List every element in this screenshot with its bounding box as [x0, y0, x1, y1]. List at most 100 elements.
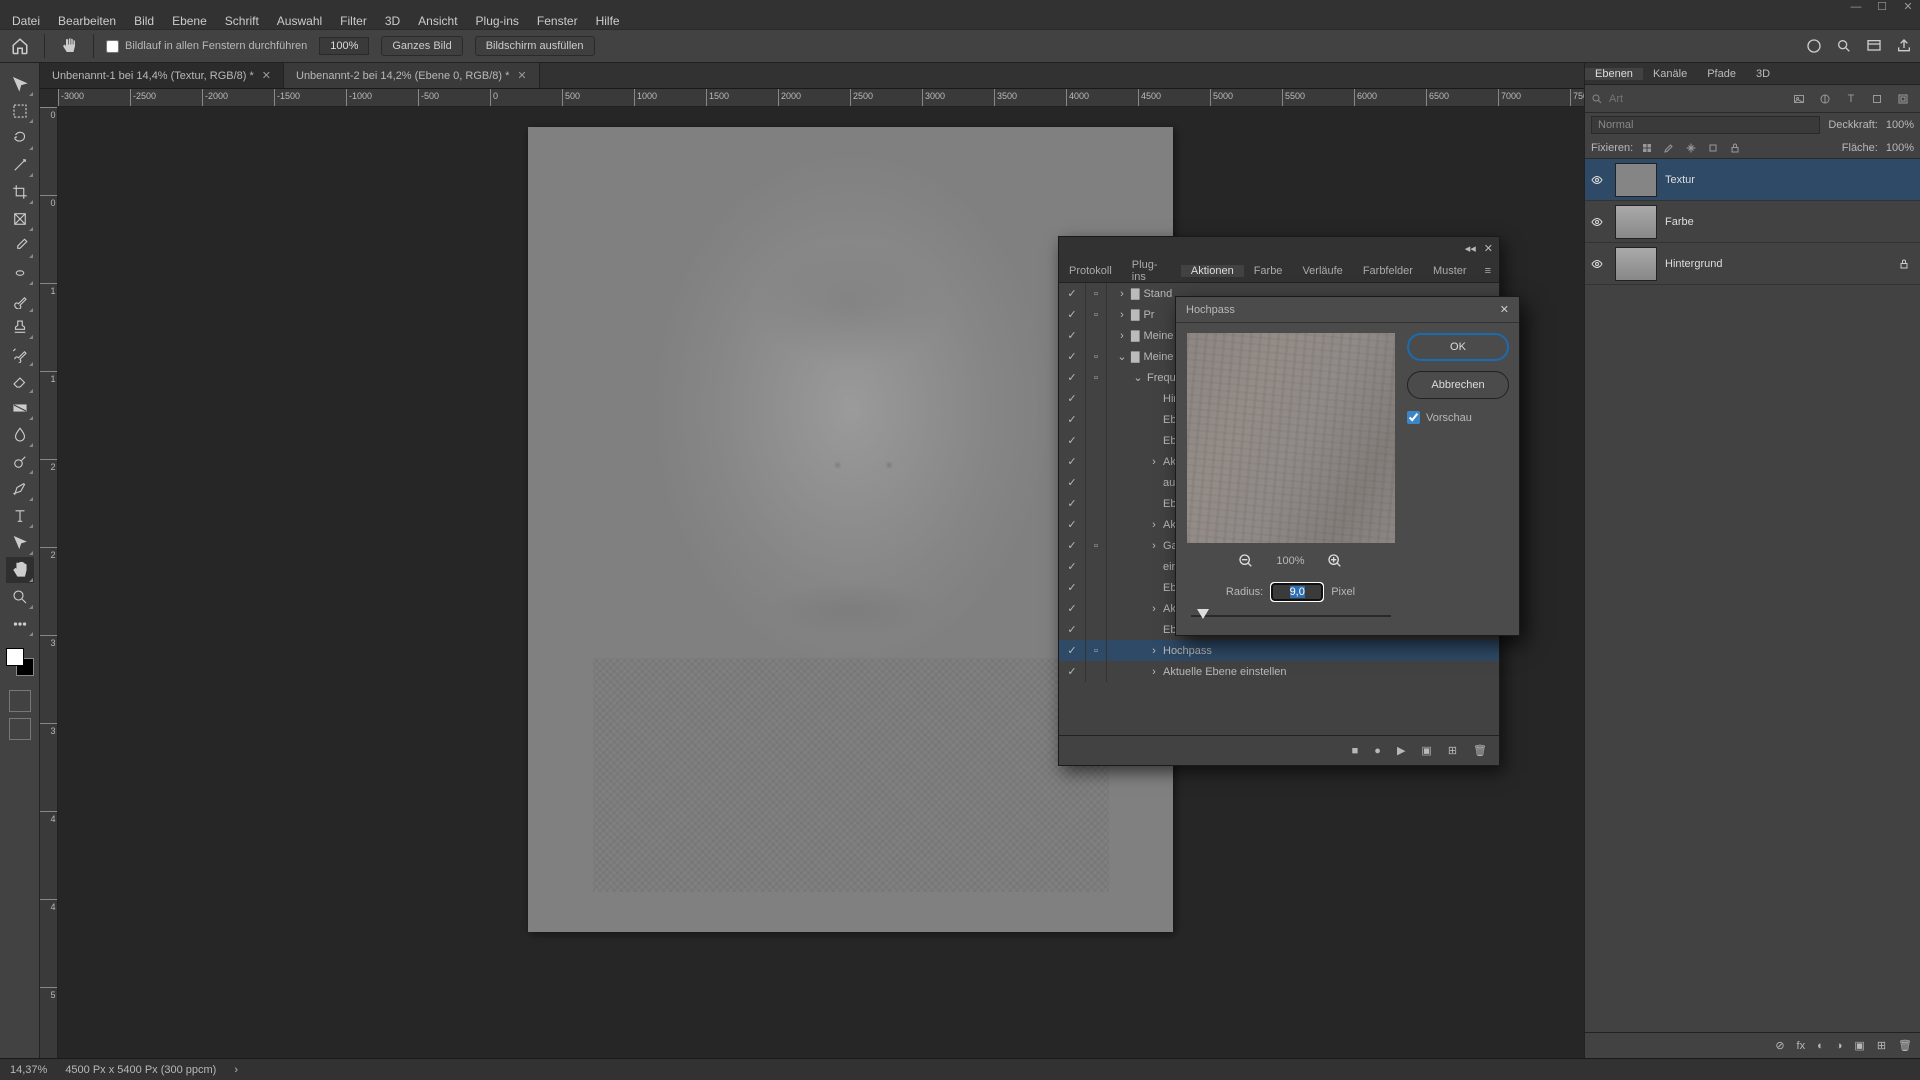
scroll-all-checkbox[interactable]: Bildlauf in allen Fenstern durchführen	[106, 40, 307, 53]
zoom-value[interactable]: 100%	[319, 37, 369, 55]
window-close-icon[interactable]: ✕	[1900, 0, 1916, 13]
panel-menu-icon[interactable]: ≡	[1477, 265, 1499, 277]
lasso-tool-icon[interactable]	[6, 125, 34, 151]
menu-auswahl[interactable]: Auswahl	[269, 14, 330, 28]
action-enabled-check[interactable]: ✓	[1059, 539, 1085, 552]
more-tool-icon[interactable]	[6, 611, 34, 637]
cancel-button[interactable]: Abbrechen	[1407, 371, 1509, 399]
share-icon[interactable]	[1896, 38, 1912, 54]
brush-tool-icon[interactable]	[6, 287, 34, 313]
panel-tab-3d[interactable]: 3D	[1746, 68, 1780, 80]
layer-name[interactable]: Textur	[1665, 174, 1695, 186]
zoom-tool-icon[interactable]	[6, 584, 34, 610]
action-new-set-icon[interactable]: ▣	[1421, 744, 1431, 757]
menu-datei[interactable]: Datei	[4, 14, 48, 28]
pen-tool-icon[interactable]	[6, 476, 34, 502]
action-enabled-check[interactable]: ✓	[1059, 644, 1085, 657]
panel-tab-kanäle[interactable]: Kanäle	[1643, 68, 1697, 80]
delete-layer-icon[interactable]: 🗑	[1898, 1039, 1912, 1052]
tree-arrow-icon[interactable]: ›	[1149, 645, 1159, 657]
window-minimize-icon[interactable]: —	[1848, 0, 1864, 13]
menu-plug-ins[interactable]: Plug-ins	[468, 14, 527, 28]
actions-tab-farbe[interactable]: Farbe	[1244, 265, 1293, 277]
action-row[interactable]: ✓▫›Hochpass	[1059, 640, 1499, 661]
dialog-close-icon[interactable]: ✕	[1500, 303, 1509, 316]
action-enabled-check[interactable]: ✓	[1059, 623, 1085, 636]
action-enabled-check[interactable]: ✓	[1059, 350, 1085, 363]
action-row[interactable]: ✓›Aktuelle Ebene einstellen	[1059, 661, 1499, 682]
layer-thumbnail[interactable]	[1615, 205, 1657, 239]
stamp-tool-icon[interactable]	[6, 314, 34, 340]
layer-thumbnail[interactable]	[1615, 247, 1657, 281]
type-tool-icon[interactable]	[6, 503, 34, 529]
filter-shape-icon[interactable]	[1866, 90, 1888, 108]
action-enabled-check[interactable]: ✓	[1059, 518, 1085, 531]
menu-3d[interactable]: 3D	[377, 14, 408, 28]
layer-group-icon[interactable]: ▣	[1854, 1039, 1864, 1052]
screen-mode-icon[interactable]	[9, 718, 31, 740]
radius-input[interactable]	[1271, 583, 1323, 601]
zoom-out-icon[interactable]	[1238, 553, 1254, 569]
tab-close-icon[interactable]: ✕	[517, 69, 526, 82]
action-dialog-toggle[interactable]	[1085, 325, 1107, 346]
layer-row[interactable]: Textur	[1585, 159, 1920, 201]
action-enabled-check[interactable]: ✓	[1059, 455, 1085, 468]
layer-name[interactable]: Farbe	[1665, 216, 1694, 228]
tree-arrow-icon[interactable]: ›	[1149, 540, 1159, 552]
tree-arrow-icon[interactable]: ›	[1149, 603, 1159, 615]
fill-screen-button[interactable]: Bildschirm ausfüllen	[475, 36, 595, 56]
filter-type-icon[interactable]: T	[1840, 90, 1862, 108]
hand-tool-icon[interactable]	[6, 557, 34, 583]
layer-visibility-icon[interactable]	[1589, 174, 1607, 186]
menu-ansicht[interactable]: Ansicht	[410, 14, 465, 28]
menu-fenster[interactable]: Fenster	[529, 14, 586, 28]
lock-artboard-icon[interactable]	[1707, 142, 1721, 154]
tree-arrow-icon[interactable]: ⌄	[1133, 371, 1143, 384]
opacity-value[interactable]: 100%	[1886, 119, 1914, 131]
action-dialog-toggle[interactable]: ▫	[1085, 640, 1107, 661]
action-dialog-toggle[interactable]: ▫	[1085, 304, 1107, 325]
action-dialog-toggle[interactable]	[1085, 409, 1107, 430]
action-play-icon[interactable]: ▶	[1397, 744, 1405, 757]
lock-all-icon[interactable]	[1729, 142, 1743, 154]
fill-value[interactable]: 100%	[1886, 142, 1914, 154]
layer-lock-icon[interactable]	[1898, 258, 1916, 270]
action-enabled-check[interactable]: ✓	[1059, 371, 1085, 384]
heal-tool-icon[interactable]	[6, 260, 34, 286]
action-dialog-toggle[interactable]	[1085, 577, 1107, 598]
layer-visibility-icon[interactable]	[1589, 258, 1607, 270]
action-enabled-check[interactable]: ✓	[1059, 329, 1085, 342]
dodge-tool-icon[interactable]	[6, 449, 34, 475]
action-enabled-check[interactable]: ✓	[1059, 434, 1085, 447]
status-zoom[interactable]: 14,37%	[10, 1064, 47, 1076]
new-layer-icon[interactable]: ⊞	[1877, 1039, 1886, 1052]
action-dialog-toggle[interactable]	[1085, 451, 1107, 472]
zoom-in-icon[interactable]	[1327, 553, 1343, 569]
filter-preview[interactable]	[1187, 333, 1395, 543]
action-enabled-check[interactable]: ✓	[1059, 392, 1085, 405]
action-dialog-toggle[interactable]	[1085, 514, 1107, 535]
wand-tool-icon[interactable]	[6, 152, 34, 178]
action-enabled-check[interactable]: ✓	[1059, 497, 1085, 510]
action-dialog-toggle[interactable]	[1085, 556, 1107, 577]
action-enabled-check[interactable]: ✓	[1059, 581, 1085, 594]
action-dialog-toggle[interactable]	[1085, 598, 1107, 619]
tree-arrow-icon[interactable]: ›	[1117, 330, 1127, 342]
action-enabled-check[interactable]: ✓	[1059, 665, 1085, 678]
window-maximize-icon[interactable]: ☐	[1874, 0, 1890, 13]
tree-arrow-icon[interactable]: ›	[1149, 666, 1159, 678]
action-delete-icon[interactable]: 🗑	[1473, 744, 1487, 757]
actions-tab-muster[interactable]: Muster	[1423, 265, 1477, 277]
menu-bild[interactable]: Bild	[126, 14, 162, 28]
layer-visibility-icon[interactable]	[1589, 216, 1607, 228]
document-tab[interactable]: Unbenannt-1 bei 14,4% (Textur, RGB/8) *✕	[40, 62, 284, 88]
marquee-tool-icon[interactable]	[6, 98, 34, 124]
action-enabled-check[interactable]: ✓	[1059, 287, 1085, 300]
ok-button[interactable]: OK	[1407, 333, 1509, 361]
filter-adjust-icon[interactable]	[1814, 90, 1836, 108]
move-tool-icon[interactable]	[6, 71, 34, 97]
color-swatch[interactable]	[6, 648, 34, 676]
action-dialog-toggle[interactable]	[1085, 388, 1107, 409]
filter-image-icon[interactable]	[1788, 90, 1810, 108]
layer-name[interactable]: Hintergrund	[1665, 258, 1722, 270]
